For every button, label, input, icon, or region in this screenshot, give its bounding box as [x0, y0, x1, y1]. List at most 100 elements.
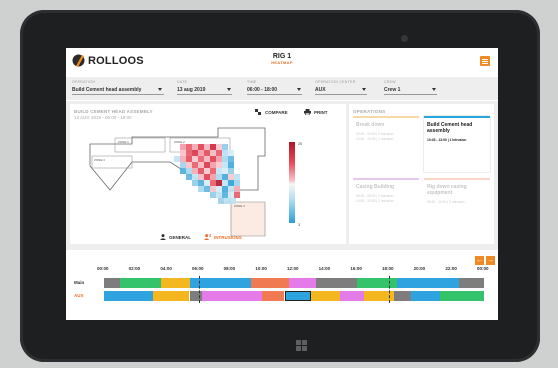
filter-date[interactable]: DATE 13 aug 2019	[177, 80, 205, 93]
person-alert-icon	[204, 234, 211, 240]
heatmap-cells	[174, 144, 240, 204]
zone-label: ZONE 2	[174, 140, 185, 144]
operation-card[interactable]: Casing Building 08:00 - 08:20 | 2 Intrusi…	[353, 178, 419, 234]
main-timeline-segment[interactable]	[161, 278, 190, 288]
row-label-aux: AUX	[74, 293, 84, 298]
card-title: Build Cement head assembly	[427, 122, 473, 134]
rig-title: RIG 1	[272, 53, 292, 60]
timeline-panel: ← → 00:00 02:00 04:00 06:00 08:00 10:00 12:00 1…	[66, 250, 498, 320]
content-area: BUILD CEMENT HEAD ASSEMBLY 13 AUG 2019 -…	[66, 101, 498, 250]
aux-timeline-segment[interactable]	[393, 291, 412, 301]
heatmap-cell	[228, 174, 234, 180]
operations-panel: OPERATIONS Break down 02:00 - 04:00 | 0 I…	[349, 104, 494, 244]
filter-label: DATE	[177, 80, 188, 84]
card-title: Casing Building	[356, 184, 395, 190]
scale-max-label: 20	[298, 142, 302, 146]
heatmap-cell	[210, 192, 216, 198]
aux-timeline-segment[interactable]	[189, 291, 203, 301]
aux-timeline-segment[interactable]	[411, 291, 440, 301]
heatmap-cell	[228, 186, 234, 192]
timeline-prev-button[interactable]: ←	[475, 256, 484, 265]
heatmap-cell	[210, 186, 216, 192]
heatmap-cell	[222, 186, 228, 192]
windows-home-icon[interactable]	[296, 340, 308, 352]
hour-label: 18:00	[382, 266, 394, 271]
camera-icon	[401, 35, 408, 42]
card-detail: 08:15 - 10:00 | 0 Intrusion	[427, 200, 465, 204]
hour-label: 20:00	[413, 266, 426, 271]
hour-label: 10:00	[255, 266, 267, 271]
heatmap-mode-tabs: GENERAL INTRUSIONS	[160, 234, 300, 244]
main-timeline-segment[interactable]	[458, 278, 484, 288]
chevron-down-icon[interactable]	[158, 88, 162, 91]
filter-value: Build Cement head assembly	[72, 87, 142, 93]
heatmap-cell	[198, 186, 204, 192]
card-detail: 10:00 - 10:30 | 1 Intrusion	[356, 137, 394, 141]
heatmap-cell	[192, 180, 198, 186]
heatmap-cell	[228, 168, 234, 174]
operations-header: OPERATIONS	[353, 109, 386, 114]
aux-timeline-segment[interactable]	[262, 291, 285, 301]
filter-label: TIME	[247, 80, 257, 84]
chevron-down-icon[interactable]	[362, 88, 366, 91]
heatmap-cell	[210, 144, 216, 150]
filter-label: CREW	[384, 80, 396, 84]
zone-label: ZONE 3	[94, 158, 105, 162]
rig-subtitle: HEATMAP	[271, 60, 293, 65]
chevron-down-icon[interactable]	[297, 88, 301, 91]
heatmap-cell	[198, 180, 204, 186]
filter-operation[interactable]: OPERATION Build Cement head assembly	[72, 80, 141, 93]
heatmap-cell	[222, 162, 228, 168]
aux-timeline-segment[interactable]	[439, 291, 484, 301]
filter-time[interactable]: TIME 06:00 - 18:00	[247, 80, 277, 93]
heatmap-cell	[198, 144, 204, 150]
filter-bar: OPERATION Build Cement head assembly DAT…	[66, 77, 498, 100]
main-timeline-segment[interactable]	[396, 278, 459, 288]
card-color-bar	[353, 116, 419, 118]
operation-card[interactable]: Rig down casing equipment 08:15 - 10:00 |…	[424, 178, 490, 234]
main-timeline-segment[interactable]	[119, 278, 161, 288]
operation-card[interactable]: Build Cement head assembly 10:45 - 13:00 …	[424, 116, 490, 172]
hour-label: 22:00	[445, 266, 457, 271]
menu-button[interactable]	[480, 56, 490, 66]
hamburger-icon	[482, 59, 488, 60]
main-timeline-segment[interactable]	[289, 278, 317, 288]
aux-timeline-segment[interactable]	[202, 291, 263, 301]
heatmap-cell	[204, 144, 210, 150]
heatmap-cell	[222, 150, 228, 156]
heatmap-cell	[228, 150, 234, 156]
main-timeline-segment[interactable]	[357, 278, 397, 288]
filter-value: 06:00 - 18:00	[247, 87, 278, 93]
card-detail: 08:00 - 08:20 | 2 Intrusion	[356, 194, 394, 198]
heatmap-cell	[210, 180, 216, 186]
aux-timeline-segment[interactable]	[153, 291, 190, 301]
main-timeline-segment[interactable]	[251, 278, 290, 288]
heatmap-cell	[216, 144, 222, 150]
aux-timeline-segment[interactable]	[339, 291, 364, 301]
aux-timeline-segment[interactable]	[104, 291, 154, 301]
card-color-bar	[353, 178, 419, 180]
filter-crew[interactable]: CREW Crew 1	[384, 80, 400, 93]
aux-timeline-segment[interactable]	[311, 291, 340, 301]
hour-label: 06:00	[192, 266, 204, 271]
main-timeline-segment[interactable]	[316, 278, 358, 288]
heatmap-cell	[222, 192, 228, 198]
filter-operation-center[interactable]: OPERATION CENTER AUX	[315, 80, 356, 93]
tab-general-label: GENERAL	[169, 234, 192, 240]
operation-card[interactable]: Break down 02:00 - 04:00 | 0 Intrusion 10:…	[353, 116, 419, 172]
heatmap-cell	[228, 156, 234, 162]
heatmap-cell	[180, 168, 186, 174]
heatmap-cell	[222, 180, 228, 186]
heatmap-cell	[228, 192, 234, 198]
chevron-down-icon[interactable]	[227, 88, 231, 91]
tab-intrusions[interactable]: INTRUSIONS	[204, 234, 242, 240]
hour-label: 16:00	[350, 266, 362, 271]
tab-general[interactable]: GENERAL	[160, 234, 191, 240]
heatmap-cell	[186, 156, 192, 162]
timeline-next-button[interactable]: →	[486, 256, 495, 265]
chevron-down-icon[interactable]	[432, 88, 436, 91]
main-timeline-segment[interactable]	[104, 278, 120, 288]
heatmap-cell	[234, 174, 240, 180]
heatmap-panel: BUILD CEMENT HEAD ASSEMBLY 13 AUG 2019 -…	[70, 104, 346, 244]
heatmap-cell	[216, 186, 222, 192]
